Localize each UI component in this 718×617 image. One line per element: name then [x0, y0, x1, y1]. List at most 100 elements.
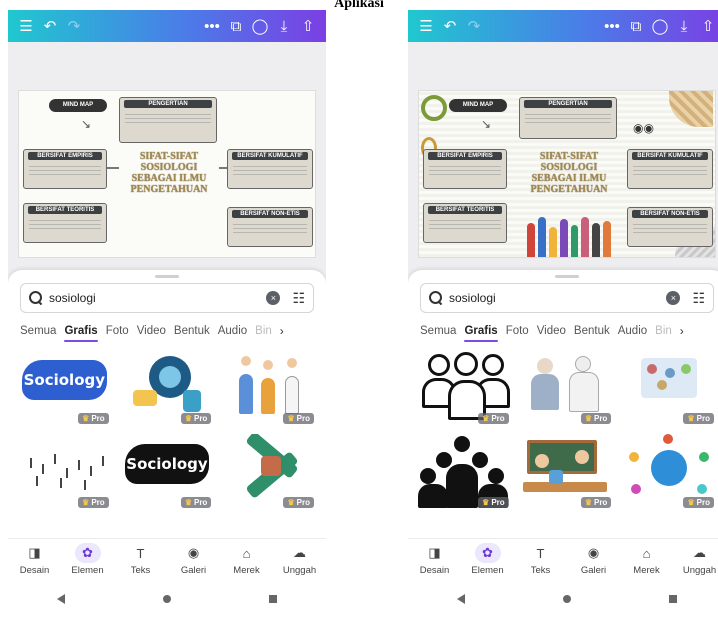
graphic-tile[interactable]: ♛ Pro [221, 350, 318, 426]
chevron-right-icon[interactable]: › [680, 322, 684, 344]
upload-icon: ☁ [293, 545, 306, 560]
box-title: BERSIFAT NON-ETIS [632, 210, 708, 218]
graphic-tile[interactable]: ♛ Pro [16, 434, 113, 510]
nav-unggah[interactable]: ☁ Unggah [673, 539, 718, 580]
recents-button[interactable] [253, 589, 293, 609]
filter-icon[interactable]: ☷ [692, 290, 705, 307]
menu-icon[interactable]: ☰ [14, 14, 38, 38]
nav-merek[interactable]: ⌂ Merek [620, 539, 673, 580]
tab-bentuk[interactable]: Bentuk [574, 322, 610, 342]
drag-handle[interactable] [155, 275, 179, 278]
menu-icon[interactable]: ☰ [414, 14, 438, 38]
nav-label: Galeri [180, 565, 207, 576]
layers-icon[interactable]: ⧉ [624, 14, 648, 38]
leaf-decoration [669, 91, 713, 127]
graphic-tile[interactable]: ♛ Pro [519, 434, 616, 510]
nav-galeri[interactable]: ◉ Galeri [567, 539, 620, 580]
mind-map-design[interactable]: MIND MAP ↘ ◉◉ PENGERTIAN BERSIFAT EMPIRI… [418, 90, 716, 258]
tab-foto[interactable]: Foto [106, 322, 129, 342]
graphic-tile[interactable]: ♛ Pro [519, 350, 616, 426]
filter-icon[interactable]: ☷ [292, 290, 305, 307]
nav-elemen[interactable]: ✿ Elemen [61, 539, 114, 580]
tab-bentuk[interactable]: Bentuk [174, 322, 210, 342]
tab-foto[interactable]: Foto [506, 322, 529, 342]
nav-unggah[interactable]: ☁ Unggah [273, 539, 326, 580]
back-button[interactable] [41, 589, 81, 609]
search-bar[interactable]: sosiologi × ☷ [20, 283, 314, 313]
home-button[interactable] [147, 589, 187, 609]
crown-icon: ♛ [482, 498, 490, 507]
tab-video[interactable]: Video [137, 322, 166, 342]
nav-elemen[interactable]: ✿ Elemen [461, 539, 514, 580]
tab-audio[interactable]: Audio [218, 322, 247, 342]
nav-teks[interactable]: T Teks [514, 539, 567, 580]
nav-label: Teks [530, 565, 551, 576]
elements-panel: sosiologi × ☷ Semua Grafis Foto Video Be… [8, 270, 326, 538]
bottom-navigation: ◨ Desain ✿ Elemen T Teks ◉ Galeri ⌂ Mere… [8, 538, 326, 580]
graphic-tile[interactable]: Sociology ♛ Pro [16, 350, 113, 426]
box-pengertian: PENGERTIAN [119, 97, 217, 143]
pro-badge: ♛ Pro [283, 413, 314, 424]
nav-galeri[interactable]: ◉ Galeri [167, 539, 220, 580]
comment-icon[interactable]: ◯ [248, 14, 272, 38]
download-icon[interactable]: ⤓ [672, 14, 696, 38]
graphic-tile[interactable]: ♛ Pro [621, 434, 718, 510]
share-icon[interactable]: ⇧ [696, 14, 718, 38]
people-illustration [527, 209, 611, 257]
graphic-tile[interactable]: ♛ Pro [221, 434, 318, 510]
comment-icon[interactable]: ◯ [648, 14, 672, 38]
graphic-tile[interactable]: ♛ Pro [621, 350, 718, 426]
home-button[interactable] [547, 589, 587, 609]
clear-icon[interactable]: × [266, 291, 281, 305]
design-icon: ◨ [28, 545, 41, 560]
tab-semua[interactable]: Semua [420, 322, 456, 342]
nav-desain[interactable]: ◨ Desain [408, 539, 461, 580]
tab-grafis[interactable]: Grafis [64, 322, 98, 342]
tab-video[interactable]: Video [537, 322, 566, 342]
crown-icon: ♛ [687, 414, 695, 423]
nav-desain[interactable]: ◨ Desain [8, 539, 61, 580]
graphic-tile[interactable]: Sociology ♛ Pro [119, 434, 216, 510]
box-title: BERSIFAT NON-ETIS [232, 210, 308, 218]
undo-icon[interactable]: ↶ [38, 14, 62, 38]
share-icon[interactable]: ⇧ [296, 14, 320, 38]
search-bar[interactable]: sosiologi × ☷ [420, 283, 714, 313]
recents-button[interactable] [653, 589, 693, 609]
back-button[interactable] [441, 589, 481, 609]
download-icon[interactable]: ⤓ [272, 14, 296, 38]
graphic-tile[interactable]: ♛ Pro [416, 350, 513, 426]
chevron-right-icon[interactable]: › [280, 322, 284, 344]
arrow-icon: ↘ [481, 117, 492, 131]
nav-teks[interactable]: T Teks [114, 539, 167, 580]
search-input[interactable]: sosiologi [49, 291, 266, 305]
redo-icon[interactable]: ↷ [462, 14, 486, 38]
tab-audio[interactable]: Audio [618, 322, 647, 342]
bottom-navigation: ◨ Desain ✿ Elemen T Teks ◉ Galeri ⌂ Mere… [408, 538, 718, 580]
graphic-tile[interactable]: ♛ Pro [416, 434, 513, 510]
more-icon[interactable]: ••• [200, 14, 224, 38]
redo-icon[interactable]: ↷ [62, 14, 86, 38]
more-icon[interactable]: ••• [600, 14, 624, 38]
tab-bin[interactable]: Bin [655, 322, 672, 342]
undo-icon[interactable]: ↶ [438, 14, 462, 38]
drag-handle[interactable] [555, 275, 579, 278]
graphic-tile[interactable]: ♛ Pro [119, 350, 216, 426]
mind-map-design[interactable]: MIND MAP ↘ PENGERTIAN BERSIFAT EMPIRIS B… [18, 90, 316, 258]
search-input[interactable]: sosiologi [449, 291, 666, 305]
category-tabs: Semua Grafis Foto Video Bentuk Audio Bin… [20, 322, 322, 344]
layers-icon[interactable]: ⧉ [224, 14, 248, 38]
nav-label: Merek [233, 565, 260, 576]
comparison-figure: Aplikasi ☰ ↶ ↷ ••• ⧉ ◯ ⤓ ⇧ MIND MAP ↘ PE… [0, 0, 718, 617]
brand-icon: ⌂ [642, 545, 651, 561]
pro-badge: ♛ Pro [478, 413, 509, 424]
camera-icon: ◉ [587, 545, 600, 560]
top-toolbar: ☰ ↶ ↷ ••• ⧉ ◯ ⤓ ⇧ [8, 10, 326, 42]
tab-bin[interactable]: Bin [255, 322, 272, 342]
tab-semua[interactable]: Semua [20, 322, 56, 342]
nav-merek[interactable]: ⌂ Merek [220, 539, 273, 580]
search-icon [429, 291, 443, 305]
category-tabs: Semua Grafis Foto Video Bentuk Audio Bin… [420, 322, 718, 344]
box-title: PENGERTIAN [524, 100, 612, 108]
clear-icon[interactable]: × [666, 291, 681, 305]
tab-grafis[interactable]: Grafis [464, 322, 498, 342]
